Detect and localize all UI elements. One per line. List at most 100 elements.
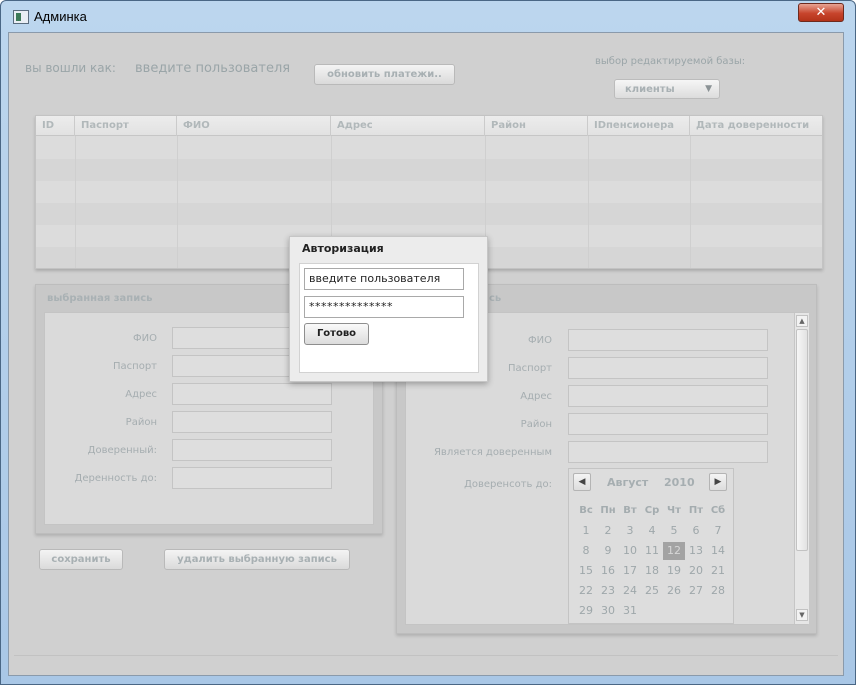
field-label-address: Адрес xyxy=(520,391,552,402)
selected-record-title: выбранная запись xyxy=(47,293,153,304)
username-input[interactable]: введите пользователя xyxy=(304,268,464,290)
db-select-label: выбор редактируемой базы: xyxy=(595,56,746,67)
column-divider xyxy=(588,136,589,268)
calendar-day[interactable]: 31 xyxy=(619,602,641,620)
refresh-payments-button[interactable]: обновить платежи.. xyxy=(314,64,455,85)
is-proxy-field[interactable] xyxy=(568,441,768,463)
save-button[interactable]: сохранить xyxy=(39,549,123,570)
close-button[interactable]: ✕ xyxy=(798,3,844,22)
column-header-district[interactable]: Район xyxy=(485,116,588,136)
field-label-passport: Паспорт xyxy=(113,361,157,372)
scrollbar-thumb[interactable] xyxy=(796,329,808,551)
right-name-field[interactable] xyxy=(568,329,768,351)
calendar-day[interactable]: 12 xyxy=(663,542,685,560)
column-header-pensioner-id[interactable]: IDпенсионера xyxy=(588,116,690,136)
calendar-day-of-week: Вт xyxy=(623,505,637,516)
calendar-day[interactable]: 4 xyxy=(641,522,663,540)
calendar-day-of-week: Сб xyxy=(710,505,726,516)
calendar-day[interactable]: 30 xyxy=(597,602,619,620)
delete-record-button[interactable]: удалить выбранную запись xyxy=(164,549,350,570)
calendar-day[interactable]: 3 xyxy=(619,522,641,540)
calendar-day[interactable]: 25 xyxy=(641,582,663,600)
calendar-day[interactable]: 29 xyxy=(575,602,597,620)
login-dialog-title: Авторизация xyxy=(302,242,384,255)
calendar-day[interactable]: 14 xyxy=(707,542,729,560)
calendar-header: ◀ Август 2010 ▶ xyxy=(569,469,733,495)
column-header-address[interactable]: Адрес xyxy=(331,116,485,136)
calendar-day[interactable]: 21 xyxy=(707,562,729,580)
calendar-day[interactable]: 1 xyxy=(575,522,597,540)
login-dialog: Авторизация введите пользователя *******… xyxy=(289,236,488,382)
calendar-day[interactable]: 7 xyxy=(707,522,729,540)
status-divider xyxy=(14,655,838,656)
field-label-is-proxy: Является доверенным xyxy=(433,447,552,458)
table-row[interactable] xyxy=(36,159,822,181)
field-label-name: ФИО xyxy=(133,333,157,344)
logged-in-label: вы вошли как: xyxy=(25,61,116,75)
scroll-down-icon[interactable]: ▼ xyxy=(796,609,808,621)
column-header-passport[interactable]: Паспорт xyxy=(75,116,177,136)
calendar-day[interactable]: 27 xyxy=(685,582,707,600)
calendar-day-of-week: Чт xyxy=(667,505,681,516)
calendar-day[interactable]: 9 xyxy=(597,542,619,560)
right-address-field[interactable] xyxy=(568,385,768,407)
calendar-day[interactable]: 8 xyxy=(575,542,597,560)
table-row[interactable] xyxy=(36,137,822,159)
column-divider xyxy=(75,136,76,268)
next-month-button[interactable]: ▶ xyxy=(709,473,727,491)
window-title: Админка xyxy=(34,9,87,24)
calendar-day[interactable]: 11 xyxy=(641,542,663,560)
password-input[interactable]: ************** xyxy=(304,296,464,318)
prev-month-button[interactable]: ◀ xyxy=(573,473,591,491)
calendar-day[interactable]: 28 xyxy=(707,582,729,600)
login-dialog-body: введите пользователя ************** Гото… xyxy=(299,263,479,373)
calendar-day[interactable]: 6 xyxy=(685,522,707,540)
proxy-field[interactable] xyxy=(172,439,332,461)
field-label-proxy: Доверенный: xyxy=(87,445,157,456)
column-header-id[interactable]: ID xyxy=(36,116,75,136)
right-panel-scrollbar[interactable]: ▲ ▼ xyxy=(794,313,809,624)
calendar-day-of-week: Пн xyxy=(600,505,616,516)
calendar-day[interactable]: 17 xyxy=(619,562,641,580)
column-divider xyxy=(690,136,691,268)
db-select-value: клиенты xyxy=(625,84,675,95)
app-window-icon xyxy=(13,10,29,24)
table-header: ID Паспорт ФИО Адрес Район IDпенсионера … xyxy=(36,116,822,136)
column-divider xyxy=(177,136,178,268)
right-record-title: сь xyxy=(489,293,502,304)
field-label-district: Район xyxy=(125,417,157,428)
table-row[interactable] xyxy=(36,181,822,203)
calendar-day-of-week: Пт xyxy=(688,505,704,516)
calendar-day[interactable]: 26 xyxy=(663,582,685,600)
scroll-up-icon[interactable]: ▲ xyxy=(796,315,808,327)
column-header-proxy-date[interactable]: Дата доверенности xyxy=(690,116,822,136)
right-district-field[interactable] xyxy=(568,413,768,435)
calendar-day[interactable]: 20 xyxy=(685,562,707,580)
calendar-day[interactable]: 19 xyxy=(663,562,685,580)
calendar-day[interactable]: 5 xyxy=(663,522,685,540)
address-field[interactable] xyxy=(172,383,332,405)
calendar-day[interactable]: 10 xyxy=(619,542,641,560)
column-header-name[interactable]: ФИО xyxy=(177,116,331,136)
table-row[interactable] xyxy=(36,203,822,225)
calendar-day[interactable]: 22 xyxy=(575,582,597,600)
login-ok-button[interactable]: Готово xyxy=(304,323,369,345)
db-select[interactable]: клиенты ▼ xyxy=(614,79,720,99)
field-label-address: Адрес xyxy=(125,389,157,400)
field-label-proxy-until: Деренность до: xyxy=(74,473,157,484)
calendar-year: 2010 xyxy=(664,476,695,489)
calendar-day[interactable]: 2 xyxy=(597,522,619,540)
calendar-day-of-week: Ср xyxy=(644,505,660,516)
district-field[interactable] xyxy=(172,411,332,433)
right-passport-field[interactable] xyxy=(568,357,768,379)
calendar-day[interactable]: 24 xyxy=(619,582,641,600)
proxy-until-field[interactable] xyxy=(172,467,332,489)
title-bar[interactable]: Админка ✕ xyxy=(1,1,855,33)
calendar-day[interactable]: 16 xyxy=(597,562,619,580)
date-picker[interactable]: ◀ Август 2010 ▶ Вс Пн Вт Ср Чт Пт Сб 1 2 3 4 5 6 7 8 9 1… xyxy=(568,468,734,624)
current-user-label: введите пользователя xyxy=(135,61,291,76)
calendar-day[interactable]: 13 xyxy=(685,542,707,560)
calendar-day[interactable]: 23 xyxy=(597,582,619,600)
calendar-day[interactable]: 18 xyxy=(641,562,663,580)
calendar-day[interactable]: 15 xyxy=(575,562,597,580)
